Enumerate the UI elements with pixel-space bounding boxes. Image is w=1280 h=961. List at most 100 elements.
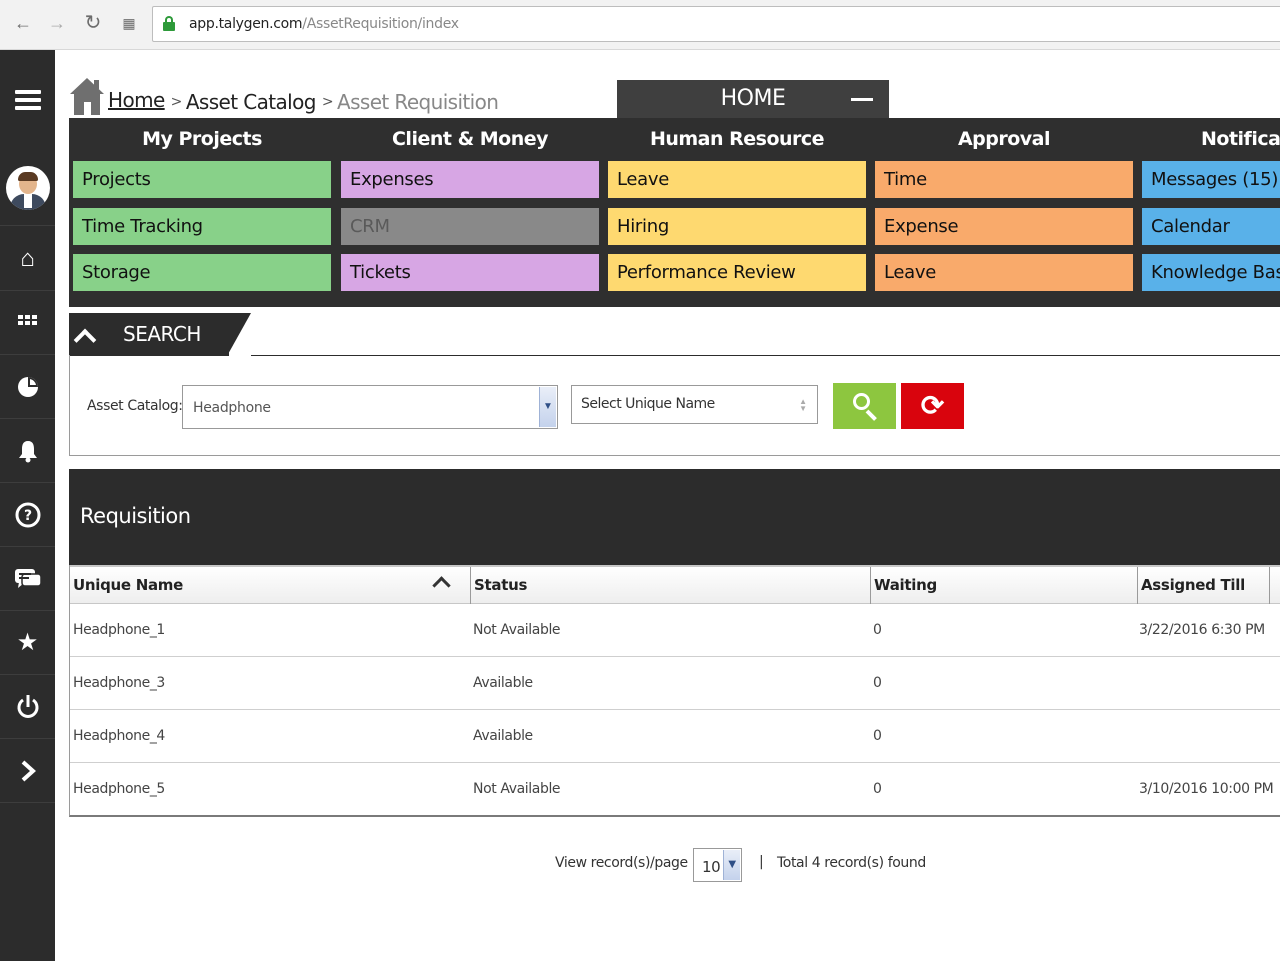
records-per-page-value: 10 [702, 858, 721, 876]
cell-unique-name: Headphone_5 [73, 781, 165, 797]
menu-item-performance-review[interactable]: Performance Review [608, 254, 866, 291]
collapse-minus-icon[interactable] [851, 98, 873, 101]
menu-icon[interactable] [0, 68, 55, 132]
asset-catalog-select[interactable]: Headphone ▼ [182, 385, 558, 429]
chevron-down-icon[interactable]: ▼ [539, 387, 556, 427]
menu-column-approval: Approval Time Expense Leave [875, 118, 1133, 301]
column-header-assigned-till[interactable]: Assigned Till [1138, 567, 1270, 604]
pagination: View record(s)/page 10 ▼ | Total 4 recor… [555, 848, 955, 882]
records-per-page-select[interactable]: 10 ▼ [693, 848, 742, 882]
cell-unique-name: Headphone_3 [73, 675, 165, 691]
svg-text:?: ? [23, 508, 31, 524]
menu-item-approval-leave[interactable]: Leave [875, 254, 1133, 291]
bell-icon[interactable] [0, 419, 55, 483]
menu-item-time-tracking[interactable]: Time Tracking [73, 207, 331, 245]
cell-status: Not Available [473, 781, 561, 797]
menu-item-crm[interactable]: CRM [341, 207, 599, 245]
sidebar: ⌂ ? ★ [0, 50, 55, 961]
chevron-right-icon[interactable] [0, 739, 55, 803]
search-title: SEARCH [123, 322, 201, 346]
url-text: app.talygen.com/AssetRequisition/index [189, 16, 459, 32]
breadcrumb: Home > Asset Catalog > Asset Requisition [70, 76, 499, 116]
total-records: Total 4 record(s) found [777, 855, 926, 871]
menu-column-notifications: Notifications Messages (15) Calendar Kno… [1142, 118, 1280, 301]
lock-icon [163, 16, 175, 31]
column-header-label: Unique Name [73, 576, 183, 594]
requisition-table: Unique Name Status Waiting Assigned Till… [69, 565, 1280, 817]
grid-icon[interactable] [0, 291, 55, 355]
url-path: /AssetRequisition/index [302, 16, 459, 32]
back-arrow-icon[interactable]: ← [12, 12, 34, 34]
sort-arrows-icon: ▲ ▼ [799, 397, 807, 413]
chat-icon[interactable] [0, 547, 55, 611]
forward-arrow-icon[interactable]: → [46, 12, 68, 34]
table-header: Unique Name Status Waiting Assigned Till [70, 565, 1280, 604]
star-icon[interactable]: ★ [0, 611, 55, 675]
home-tab-label: HOME [720, 86, 786, 111]
reload-icon[interactable]: ↻ [82, 12, 104, 34]
help-icon[interactable]: ? [0, 483, 55, 547]
cell-waiting: 0 [873, 622, 882, 638]
pie-chart-icon[interactable] [0, 355, 55, 419]
cell-unique-name: Headphone_4 [73, 728, 165, 744]
requisition-header: Requisition [69, 469, 1280, 565]
table-row[interactable]: Headphone_4 Available 0 [70, 710, 1280, 763]
home-icon[interactable]: ⌂ [0, 227, 55, 291]
menu-item-expenses[interactable]: Expenses [341, 161, 599, 198]
menu-item-leave[interactable]: Leave [608, 161, 866, 198]
menu-item-hiring[interactable]: Hiring [608, 207, 866, 245]
mega-menu: My Projects Projects Time Tracking Stora… [69, 118, 1280, 307]
refresh-icon: ⟳ [920, 390, 945, 421]
cell-waiting: 0 [873, 728, 882, 744]
column-header-status[interactable]: Status [471, 567, 871, 604]
cell-status: Available [473, 728, 533, 744]
menu-item-approval-time[interactable]: Time [875, 161, 1133, 198]
apps-grid-icon[interactable]: ▦ [118, 12, 140, 34]
search-toggle[interactable]: SEARCH [69, 313, 251, 356]
column-header-unique-name[interactable]: Unique Name [70, 567, 471, 604]
home-breadcrumb-icon[interactable] [70, 78, 104, 116]
menu-item-approval-expense[interactable]: Expense [875, 207, 1133, 245]
menu-column-human-resource: Human Resource Leave Hiring Performance … [608, 118, 866, 301]
cell-status: Not Available [473, 622, 561, 638]
table-row[interactable]: Headphone_5 Not Available 0 3/10/2016 10… [70, 763, 1280, 816]
home-menu-toggle[interactable]: HOME [617, 80, 889, 118]
search-icon [853, 393, 870, 410]
menu-column-title: Client & Money [391, 128, 549, 150]
table-row[interactable]: Headphone_1 Not Available 0 3/22/2016 6:… [70, 604, 1280, 657]
menu-column-my-projects: My Projects Projects Time Tracking Stora… [73, 118, 331, 301]
breadcrumb-separator: > [321, 94, 334, 110]
breadcrumb-separator: > [170, 94, 183, 110]
avatar[interactable] [0, 150, 55, 226]
url-host: app.talygen.com [189, 16, 303, 32]
menu-item-knowledge-base[interactable]: Knowledge Base [1142, 254, 1280, 291]
menu-item-messages[interactable]: Messages (15) [1142, 161, 1280, 198]
power-icon[interactable] [0, 675, 55, 739]
search-button[interactable] [833, 383, 896, 429]
menu-column-title: Notifications [1201, 128, 1280, 150]
asset-catalog-label: Asset Catalog: [87, 398, 183, 414]
search-panel: Asset Catalog: Headphone ▼ Select Unique… [69, 355, 1280, 456]
unique-name-select[interactable]: Select Unique Name ▲ ▼ [571, 385, 818, 424]
breadcrumb-asset-catalog[interactable]: Asset Catalog [186, 90, 317, 114]
menu-item-tickets[interactable]: Tickets [341, 254, 599, 291]
cell-assigned-till: 3/10/2016 10:00 PM [1139, 781, 1274, 797]
table-row[interactable]: Headphone_3 Available 0 [70, 657, 1280, 710]
menu-item-storage[interactable]: Storage [73, 254, 331, 291]
cell-waiting: 0 [873, 781, 882, 797]
unique-name-placeholder: Select Unique Name [581, 396, 715, 412]
menu-item-projects[interactable]: Projects [73, 161, 331, 198]
breadcrumb-home-link[interactable]: Home [108, 88, 165, 112]
chevron-down-icon[interactable]: ▼ [723, 850, 740, 880]
address-bar[interactable]: app.talygen.com/AssetRequisition/index [152, 6, 1280, 42]
column-header-waiting[interactable]: Waiting [871, 567, 1138, 604]
menu-column-title: Human Resource [649, 128, 825, 150]
cell-assigned-till: 3/22/2016 6:30 PM [1139, 622, 1265, 638]
cell-waiting: 0 [873, 675, 882, 691]
pager-separator: | [759, 854, 764, 870]
sort-ascending-icon[interactable] [432, 576, 451, 595]
records-per-page-label: View record(s)/page [555, 855, 688, 871]
menu-item-calendar[interactable]: Calendar [1142, 207, 1280, 245]
reset-button[interactable]: ⟳ [901, 383, 964, 429]
cell-status: Available [473, 675, 533, 691]
